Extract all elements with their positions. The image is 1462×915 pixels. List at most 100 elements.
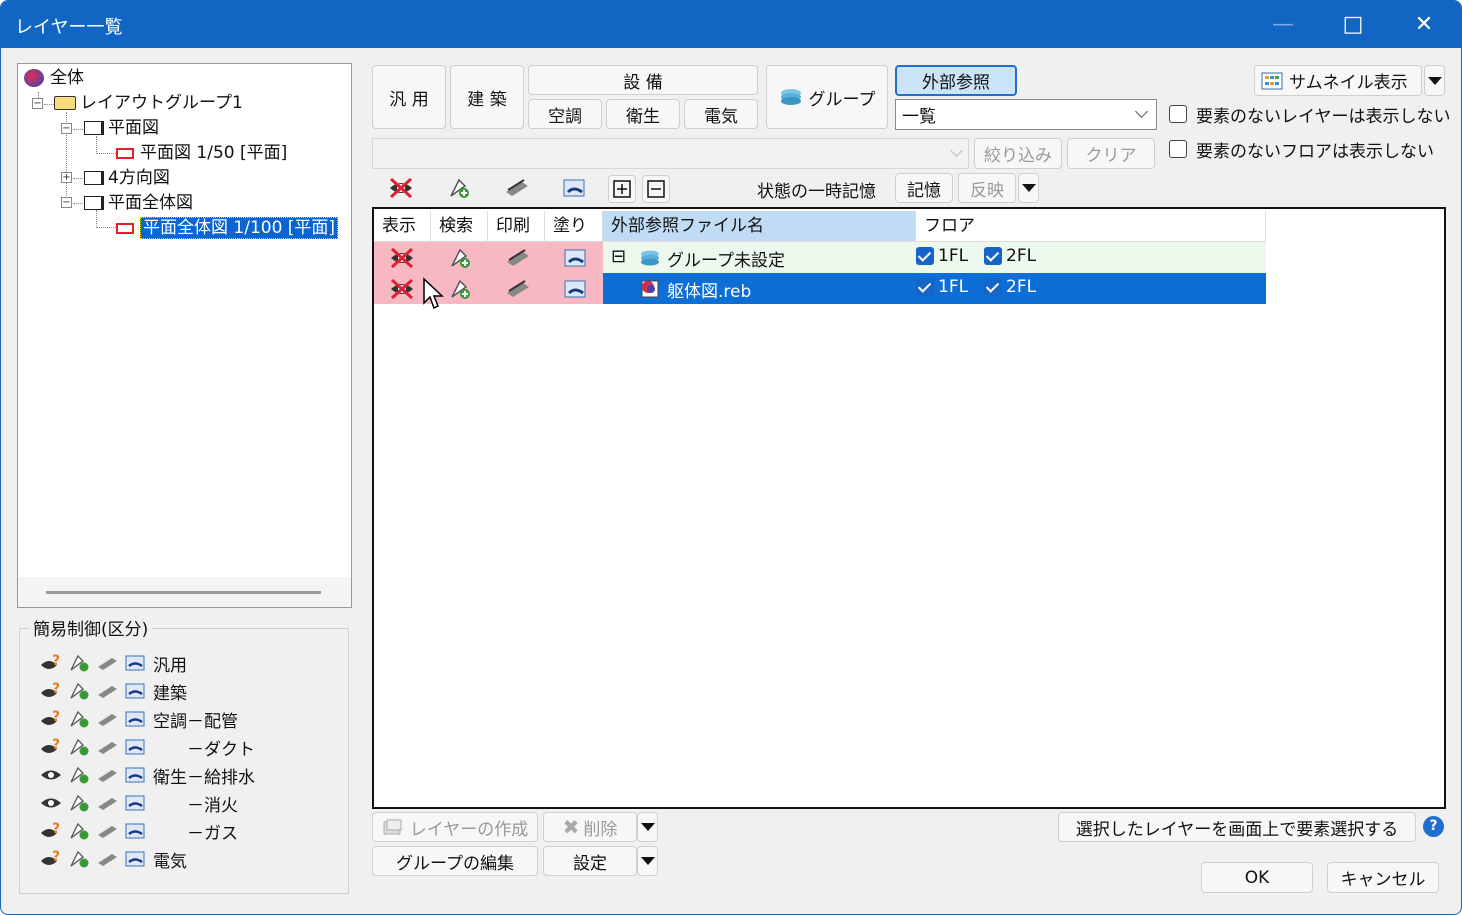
print-icon[interactable]	[503, 277, 531, 301]
simple-control-row[interactable]: ? 建築	[39, 677, 187, 705]
fill-icon[interactable]	[123, 681, 147, 701]
sanitary-button[interactable]: 衛生	[606, 99, 680, 129]
collapse-toggle[interactable]: −	[32, 98, 43, 109]
floor-2fl-checkbox[interactable]: 2FL	[984, 246, 1036, 266]
store-state-button[interactable]: 記憶	[895, 173, 953, 203]
collapse-all-button[interactable]	[642, 175, 670, 203]
fill-icon[interactable]	[123, 737, 147, 757]
help-icon[interactable]: ?	[1423, 816, 1444, 837]
simple-control-row[interactable]: ? －ダクト	[39, 733, 255, 761]
print-icon[interactable]	[95, 793, 119, 813]
print-icon[interactable]	[503, 246, 531, 270]
search-layer-icon[interactable]	[67, 849, 91, 869]
tree-item-plan-whole-view[interactable]: 平面全体図 1/100 [平面]	[116, 216, 339, 240]
search-layer-icon[interactable]	[67, 793, 91, 813]
close-button[interactable]: ✕	[1389, 1, 1459, 48]
collapse-toggle[interactable]: −	[61, 197, 72, 208]
minimize-button[interactable]: —	[1248, 1, 1318, 48]
tree-item-root[interactable]: 全体	[24, 66, 84, 90]
fill-icon[interactable]	[560, 176, 588, 200]
architecture-button[interactable]: 建 築	[450, 65, 524, 129]
hvac-button[interactable]: 空調	[528, 99, 602, 129]
eye-unknown-icon[interactable]: ?	[39, 849, 63, 869]
simple-control-row[interactable]: －消火	[39, 789, 238, 817]
fill-icon[interactable]	[123, 709, 147, 729]
floor-1fl-checkbox[interactable]: 1FL	[916, 277, 968, 297]
print-icon[interactable]	[95, 849, 119, 869]
search-layer-icon[interactable]	[67, 681, 91, 701]
search-layer-icon[interactable]	[67, 737, 91, 757]
expand-toggle[interactable]: +	[61, 172, 72, 183]
simple-control-row[interactable]: ? －ガス	[39, 817, 238, 845]
apply-state-button[interactable]: 反映	[958, 173, 1016, 203]
delete-button[interactable]: ✖ 削除	[543, 812, 637, 842]
ok-button[interactable]: OK	[1201, 862, 1313, 893]
tree-item-plan[interactable]: 平面図	[84, 116, 159, 140]
horizontal-scrollbar[interactable]	[46, 591, 321, 594]
print-icon[interactable]	[95, 737, 119, 757]
equipment-button[interactable]: 設 備	[528, 65, 758, 95]
eye-unknown-icon[interactable]: ?	[39, 709, 63, 729]
settings-dropdown-button[interactable]	[637, 846, 658, 876]
simple-control-row[interactable]: ? 汎用	[39, 649, 187, 677]
table-row[interactable]: ⊟ グループ未設定 1FL 2FL	[603, 242, 1266, 273]
simple-control-row[interactable]: ? 空調－配管	[39, 705, 238, 733]
search-layer-icon[interactable]	[67, 709, 91, 729]
print-icon[interactable]	[95, 653, 119, 673]
narrow-button[interactable]: 絞り込み	[974, 138, 1062, 169]
fill-icon[interactable]	[123, 793, 147, 813]
fill-icon[interactable]	[123, 849, 147, 869]
expand-all-button[interactable]	[608, 175, 636, 203]
layer-grid[interactable]: 表示 検索 印刷 塗り 外部参照ファイル名 フロア ⊟ グループ未設定 1FL …	[372, 207, 1446, 809]
search-layer-icon[interactable]	[446, 246, 474, 270]
search-layer-icon[interactable]	[446, 277, 474, 301]
tree-item-layout-group[interactable]: レイアウトグループ1	[54, 91, 243, 115]
tree-item-four-direction[interactable]: 4方向図	[84, 166, 170, 190]
fill-icon[interactable]	[561, 246, 589, 270]
search-layer-icon[interactable]	[67, 821, 91, 841]
filter-input[interactable]	[372, 138, 969, 169]
collapse-toggle[interactable]: −	[61, 123, 72, 134]
select-on-screen-button[interactable]: 選択したレイヤーを画面上で要素選択する	[1058, 812, 1416, 842]
visibility-off-icon[interactable]	[387, 176, 415, 200]
thumbnail-button[interactable]: サムネイル表示	[1254, 65, 1422, 96]
print-icon[interactable]	[95, 709, 119, 729]
simple-control-row[interactable]: 衛生－給排水	[39, 761, 255, 789]
print-icon[interactable]	[95, 681, 119, 701]
eye-icon[interactable]	[39, 765, 63, 785]
create-layer-button[interactable]: レイヤーの作成	[372, 812, 538, 842]
electric-button[interactable]: 電気	[684, 99, 758, 129]
tree-item-plan-whole[interactable]: 平面全体図	[84, 191, 193, 215]
tree-item-plan-view[interactable]: 平面図 1/50 [平面]	[116, 141, 287, 165]
search-layer-icon[interactable]	[67, 765, 91, 785]
column-header-display[interactable]: 表示	[374, 211, 431, 241]
general-button[interactable]: 汎 用	[372, 65, 446, 129]
floor-1fl-checkbox[interactable]: 1FL	[916, 246, 968, 266]
visibility-off-icon[interactable]	[388, 246, 416, 270]
search-layer-icon[interactable]	[445, 176, 473, 200]
fill-icon[interactable]	[123, 765, 147, 785]
fill-icon[interactable]	[123, 653, 147, 673]
print-icon[interactable]	[95, 821, 119, 841]
delete-dropdown-button[interactable]	[637, 812, 658, 842]
column-header-floor[interactable]: フロア	[916, 211, 1266, 241]
column-header-ref-file[interactable]: 外部参照ファイル名	[603, 211, 916, 241]
column-header-print[interactable]: 印刷	[488, 211, 545, 241]
fill-icon[interactable]	[123, 821, 147, 841]
search-layer-icon[interactable]	[67, 653, 91, 673]
group-button[interactable]: グループ	[766, 65, 888, 129]
thumbnail-dropdown-button[interactable]	[1424, 65, 1445, 96]
simple-control-row[interactable]: ? 電気	[39, 845, 187, 873]
eye-unknown-icon[interactable]: ?	[39, 821, 63, 841]
settings-button[interactable]: 設定	[543, 846, 637, 876]
state-dropdown-button[interactable]	[1018, 173, 1039, 203]
print-icon[interactable]	[95, 765, 119, 785]
maximize-button[interactable]: □	[1318, 1, 1388, 48]
clear-button[interactable]: クリア	[1067, 138, 1155, 169]
eye-unknown-icon[interactable]: ?	[39, 653, 63, 673]
fill-icon[interactable]	[561, 277, 589, 301]
hide-empty-floors-checkbox[interactable]	[1169, 140, 1187, 158]
cancel-button[interactable]: キャンセル	[1327, 862, 1439, 893]
expander-icon[interactable]: ⊟	[611, 246, 626, 267]
layout-tree[interactable]: 全体 − レイアウトグループ1 − 平面図 平面図 1/50 [平面] + 4方…	[17, 63, 352, 608]
